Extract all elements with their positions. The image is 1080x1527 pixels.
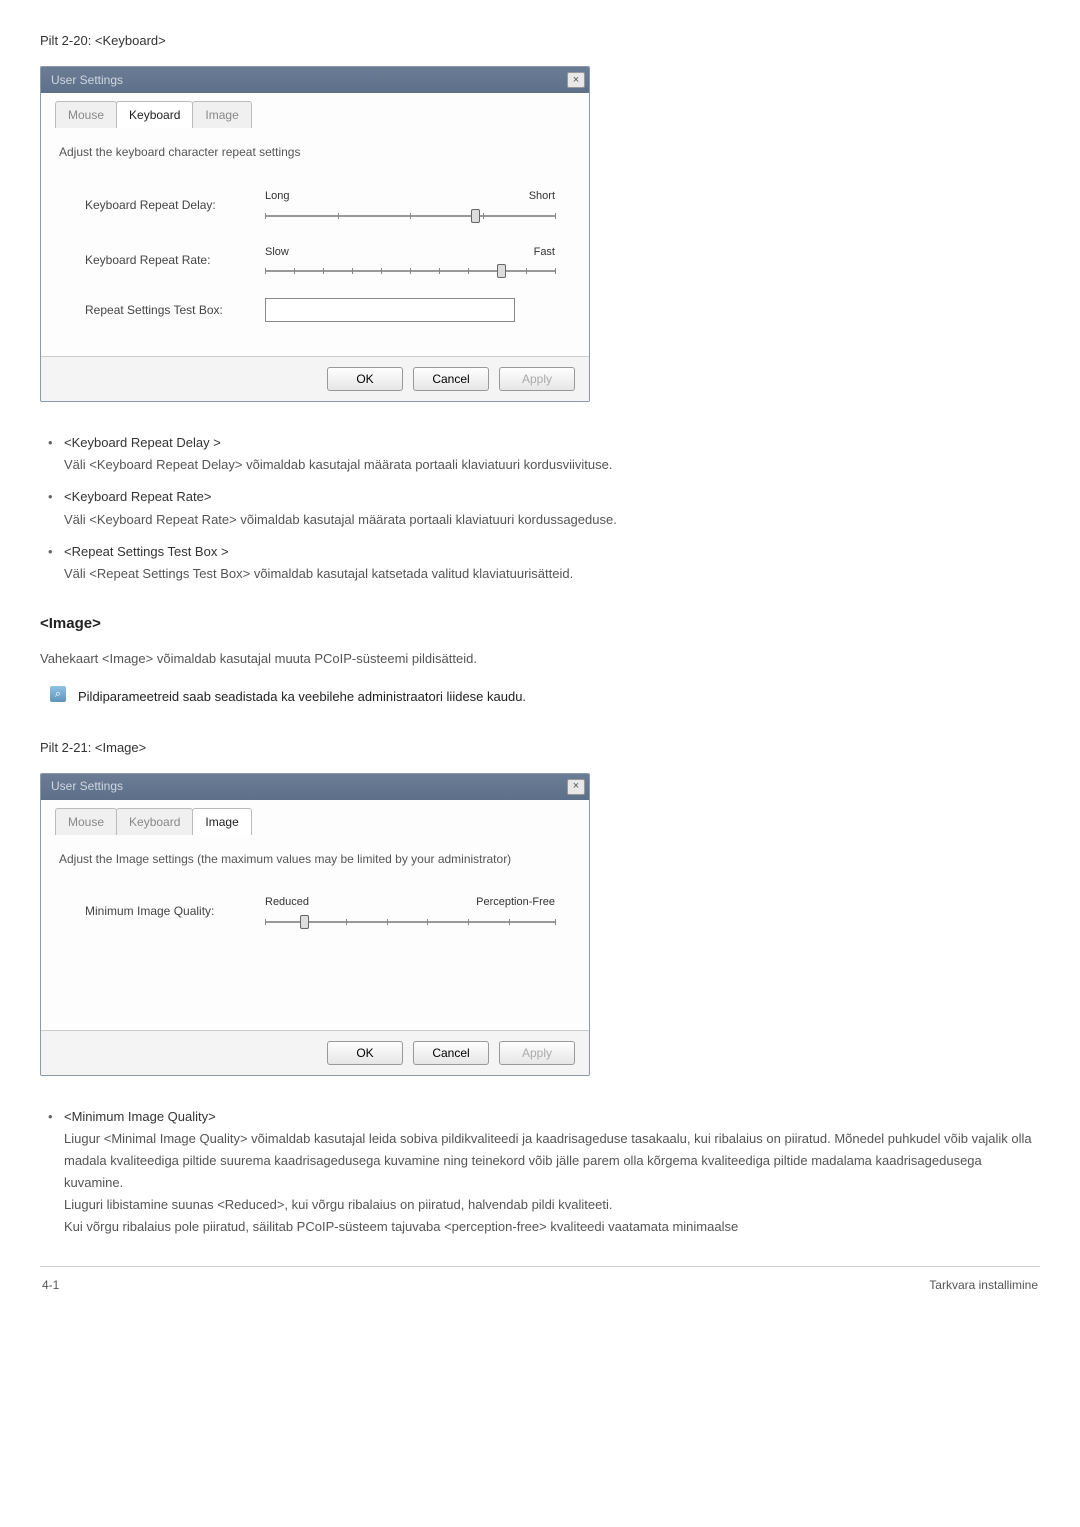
section-heading-image: <Image> <box>40 611 1040 637</box>
bullet-list-keyboard: <Keyboard Repeat Delay > Väli <Keyboard … <box>40 432 1040 585</box>
tab-keyboard[interactable]: Keyboard <box>116 808 193 835</box>
item-desc: Väli <Keyboard Repeat Rate> võimaldab ka… <box>64 509 1040 531</box>
apply-button[interactable]: Apply <box>499 367 575 391</box>
tab-mouse[interactable]: Mouse <box>55 101 117 128</box>
close-icon[interactable]: × <box>567 779 585 795</box>
item-desc: Liugur <Minimal Image Quality> võimaldab… <box>64 1128 1040 1194</box>
note-text: Pildiparameetreid saab seadistada ka vee… <box>78 686 526 708</box>
row-repeat-rate: Keyboard Repeat Rate: Slow Fast <box>55 243 575 279</box>
slider-image-quality[interactable]: Reduced Perception-Free <box>265 893 575 929</box>
item-desc: Väli <Repeat Settings Test Box> võimalda… <box>64 563 1040 585</box>
item-desc: Väli <Keyboard Repeat Delay> võimaldab k… <box>64 454 1040 476</box>
dialog-title: User Settings <box>51 776 123 796</box>
dialog-footer: OK Cancel Apply <box>41 356 589 401</box>
user-settings-dialog-keyboard: User Settings × Mouse Keyboard Image Adj… <box>40 66 590 402</box>
cancel-button[interactable]: Cancel <box>413 1041 489 1065</box>
row-image-quality: Minimum Image Quality: Reduced Perceptio… <box>55 893 575 929</box>
list-item: <Keyboard Repeat Rate> Väli <Keyboard Re… <box>40 486 1040 530</box>
user-settings-dialog-image: User Settings × Mouse Keyboard Image Adj… <box>40 773 590 1076</box>
list-item: <Repeat Settings Test Box > Väli <Repeat… <box>40 541 1040 585</box>
item-desc: Kui võrgu ribalaius pole piiratud, säili… <box>64 1216 1040 1238</box>
slider-label-reduced: Reduced <box>265 893 309 912</box>
bullet-list-image: <Minimum Image Quality> Liugur <Minimal … <box>40 1106 1040 1239</box>
dialog-titlebar: User Settings × <box>41 774 589 800</box>
dialog-description: Adjust the keyboard character repeat set… <box>59 142 571 162</box>
repeat-settings-test-input[interactable] <box>265 298 515 322</box>
section-description: Vahekaart <Image> võimaldab kasutajal mu… <box>40 648 1040 670</box>
figure-caption-2: Pilt 2-21: <Image> <box>40 737 1040 759</box>
dialog-footer: OK Cancel Apply <box>41 1030 589 1075</box>
item-title: <Minimum Image Quality> <box>64 1106 1040 1128</box>
tab-image[interactable]: Image <box>192 808 251 835</box>
dialog-title: User Settings <box>51 70 123 90</box>
tab-strip: Mouse Keyboard Image <box>55 101 575 128</box>
label-test-box: Repeat Settings Test Box: <box>55 300 265 320</box>
tab-keyboard[interactable]: Keyboard <box>116 101 193 128</box>
figure-caption-1: Pilt 2-20: <Keyboard> <box>40 30 1040 52</box>
slider-label-perception-free: Perception-Free <box>476 893 555 912</box>
item-title: <Keyboard Repeat Delay > <box>64 432 1040 454</box>
dialog-body: Mouse Keyboard Image Adjust the keyboard… <box>41 93 589 356</box>
page-number: 4-1 <box>42 1275 59 1295</box>
slider-label-long: Long <box>265 187 289 206</box>
footer-section-title: Tarkvara installimine <box>929 1275 1038 1295</box>
slider-repeat-delay[interactable]: Long Short <box>265 187 575 223</box>
slider-label-fast: Fast <box>534 243 555 262</box>
ok-button[interactable]: OK <box>327 1041 403 1065</box>
note-box: ⌕ Pildiparameetreid saab seadistada ka v… <box>50 686 1040 708</box>
slider-thumb[interactable] <box>497 264 506 278</box>
close-icon[interactable]: × <box>567 72 585 88</box>
apply-button[interactable]: Apply <box>499 1041 575 1065</box>
ok-button[interactable]: OK <box>327 367 403 391</box>
dialog-titlebar: User Settings × <box>41 67 589 93</box>
dialog-description: Adjust the Image settings (the maximum v… <box>59 849 571 869</box>
tab-strip: Mouse Keyboard Image <box>55 808 575 835</box>
info-icon: ⌕ <box>50 686 66 702</box>
slider-thumb[interactable] <box>471 209 480 223</box>
row-test-box: Repeat Settings Test Box: <box>55 298 575 322</box>
label-image-quality: Minimum Image Quality: <box>55 901 265 921</box>
row-repeat-delay: Keyboard Repeat Delay: Long Short <box>55 187 575 223</box>
slider-label-slow: Slow <box>265 243 289 262</box>
slider-repeat-rate[interactable]: Slow Fast <box>265 243 575 279</box>
item-title: <Keyboard Repeat Rate> <box>64 486 1040 508</box>
tab-image[interactable]: Image <box>192 101 251 128</box>
label-repeat-rate: Keyboard Repeat Rate: <box>55 250 265 270</box>
list-item: <Minimum Image Quality> Liugur <Minimal … <box>40 1106 1040 1239</box>
dialog-body: Mouse Keyboard Image Adjust the Image se… <box>41 800 589 1030</box>
slider-thumb[interactable] <box>300 915 309 929</box>
list-item: <Keyboard Repeat Delay > Väli <Keyboard … <box>40 432 1040 476</box>
slider-label-short: Short <box>529 187 555 206</box>
tab-mouse[interactable]: Mouse <box>55 808 117 835</box>
item-desc: Liuguri libistamine suunas <Reduced>, ku… <box>64 1194 1040 1216</box>
item-title: <Repeat Settings Test Box > <box>64 541 1040 563</box>
page-footer: 4-1 Tarkvara installimine <box>40 1267 1040 1295</box>
label-repeat-delay: Keyboard Repeat Delay: <box>55 195 265 215</box>
cancel-button[interactable]: Cancel <box>413 367 489 391</box>
